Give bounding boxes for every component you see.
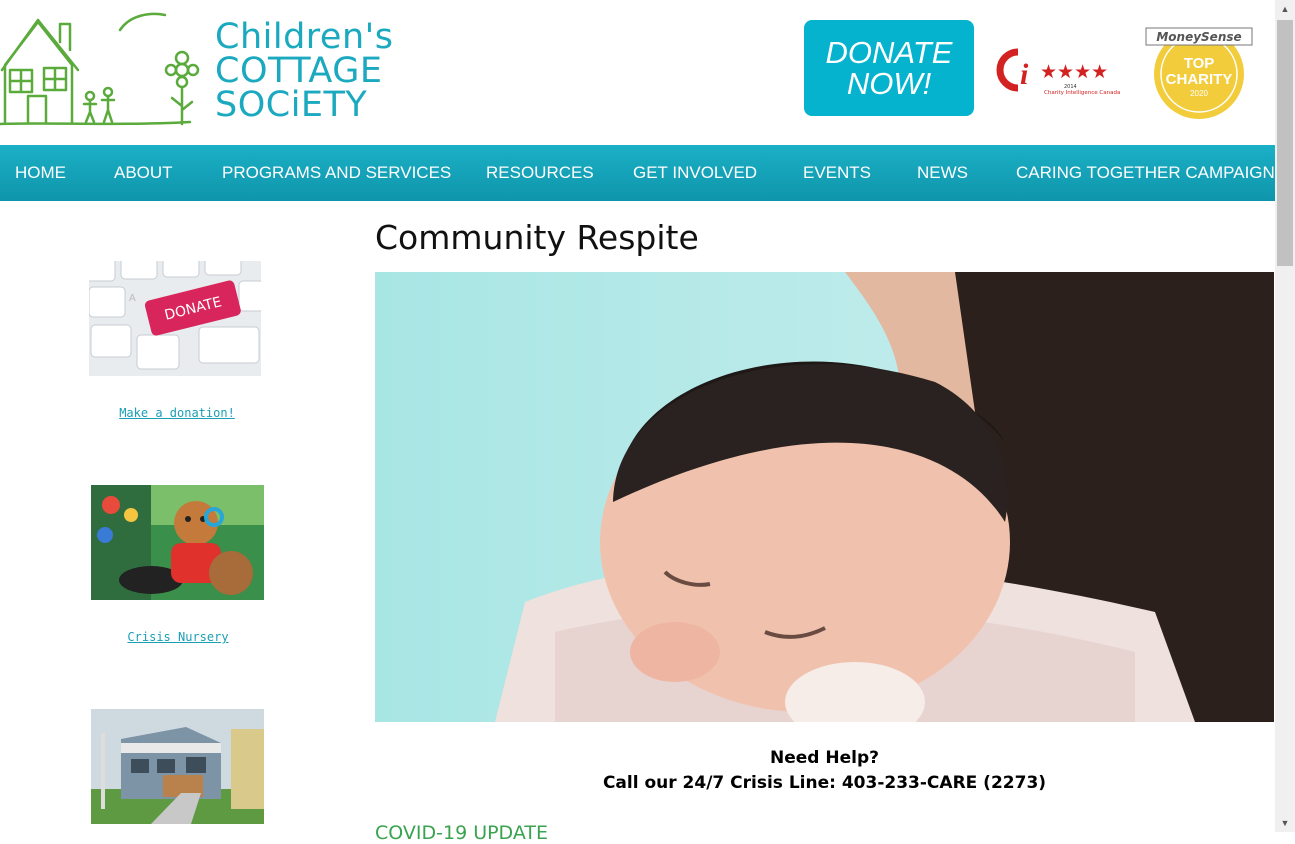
svg-text:A: A bbox=[129, 293, 136, 304]
ms-year: 2020 bbox=[1190, 89, 1208, 98]
need-help-heading: Need Help? bbox=[770, 748, 879, 768]
charity-intelligence-badge[interactable]: i ★★★★ 2014 Charity Intelligence Canada bbox=[992, 44, 1124, 96]
nav-programs-and-services[interactable]: PROGRAMS AND SERVICES bbox=[222, 145, 451, 201]
scrollbar-thumb[interactable] bbox=[1277, 20, 1293, 266]
page-title: Community Respite bbox=[375, 218, 699, 257]
svg-text:★★★★: ★★★★ bbox=[1040, 61, 1108, 83]
nav-caring-together-campaign[interactable]: CARING TOGETHER CAMPAIGN bbox=[1016, 145, 1275, 201]
donate-now-button[interactable]: DONATE NOW! bbox=[804, 20, 974, 116]
covid-update-heading: COVID-19 UPDATE bbox=[375, 822, 548, 844]
mother-holding-baby-hero-image bbox=[375, 272, 1274, 722]
vertical-scrollbar[interactable]: ▲ ▼ bbox=[1275, 0, 1295, 832]
nav-about[interactable]: ABOUT bbox=[114, 145, 173, 201]
donate-keyboard-image[interactable]: A DONATE bbox=[89, 261, 261, 376]
house-drawing-logo[interactable] bbox=[0, 10, 200, 130]
nav-news[interactable]: NEWS bbox=[917, 145, 968, 201]
ci-caption: Charity Intelligence Canada bbox=[1044, 90, 1120, 96]
ms-line-1: TOP bbox=[1184, 55, 1215, 72]
moneysense-top-charity-badge[interactable]: MoneySense TOP CHARITY 2020 bbox=[1142, 24, 1256, 120]
main-nav: HOME ABOUT PROGRAMS AND SERVICES RESOURC… bbox=[0, 145, 1275, 201]
site-logo-text[interactable]: Children's COTTAGE SOCiETY bbox=[215, 17, 394, 125]
ms-brand: MoneySense bbox=[1156, 30, 1241, 44]
site-header: Children's COTTAGE SOCiETY DONATE NOW! i… bbox=[0, 0, 1275, 145]
logo-line-2: COTTAGE bbox=[215, 51, 383, 91]
crisis-nursery-link[interactable]: Crisis Nursery bbox=[78, 630, 278, 644]
cottage-house-image[interactable] bbox=[91, 709, 264, 824]
logo-line-3: SOCiETY bbox=[215, 85, 368, 125]
scroll-up-arrow-icon[interactable]: ▲ bbox=[1275, 0, 1295, 18]
crisis-help-block: Need Help? Call our 24/7 Crisis Line: 40… bbox=[375, 746, 1274, 796]
nav-events[interactable]: EVENTS bbox=[803, 145, 871, 201]
donate-button-line-1: DONATE bbox=[825, 35, 953, 70]
crisis-nursery-toys-image[interactable] bbox=[91, 485, 264, 600]
donate-button-line-2: NOW! bbox=[846, 66, 932, 101]
ms-line-2: CHARITY bbox=[1166, 71, 1233, 88]
logo-line-1: Children's bbox=[215, 17, 394, 57]
crisis-line-text: Call our 24/7 Crisis Line: 403-233-CARE … bbox=[602, 773, 1047, 793]
scroll-down-arrow-icon[interactable]: ▼ bbox=[1275, 814, 1295, 832]
make-donation-link[interactable]: Make a donation! bbox=[77, 406, 277, 420]
nav-home[interactable]: HOME bbox=[15, 145, 66, 201]
nav-get-involved[interactable]: GET INVOLVED bbox=[633, 145, 757, 201]
svg-text:i: i bbox=[1020, 58, 1029, 91]
nav-resources[interactable]: RESOURCES bbox=[486, 145, 594, 201]
